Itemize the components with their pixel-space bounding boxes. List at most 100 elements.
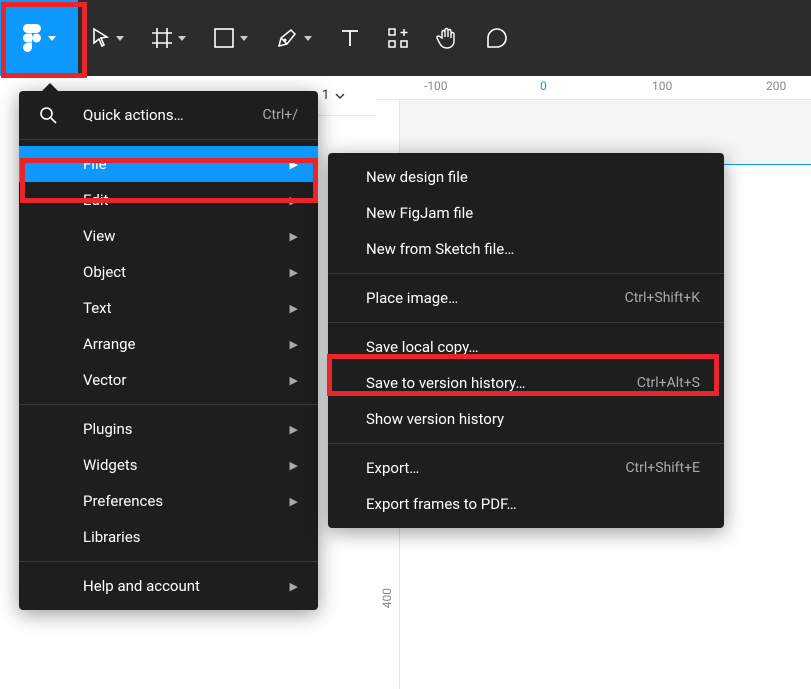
- frame-icon: [152, 28, 172, 48]
- move-tool[interactable]: [78, 0, 138, 76]
- menu-label: Plugins: [83, 420, 286, 438]
- submenu-place-image[interactable]: Place image… Ctrl+Shift+K: [328, 280, 724, 316]
- ruler-tick: 400: [380, 588, 394, 608]
- submenu-label: New FigJam file: [366, 204, 700, 222]
- menu-label: Widgets: [83, 456, 286, 474]
- search-icon: [39, 106, 57, 124]
- text-icon: [340, 28, 360, 48]
- menu-shortcut: Ctrl+/: [262, 107, 298, 123]
- menu-separator: [328, 273, 724, 274]
- submenu-label: Export frames to PDF…: [366, 495, 700, 513]
- submenu-new-figjam[interactable]: New FigJam file: [328, 195, 724, 231]
- menu-label: File: [83, 155, 286, 173]
- menu-separator: [328, 443, 724, 444]
- submenu-arrow-icon: ▶: [286, 266, 298, 279]
- submenu-arrow-icon: ▶: [286, 302, 298, 315]
- ruler-tick: 100: [652, 79, 672, 93]
- resources-icon: [388, 28, 408, 48]
- submenu-export[interactable]: Export… Ctrl+Shift+E: [328, 450, 724, 486]
- submenu-arrow-icon: ▶: [286, 158, 298, 171]
- submenu-label: Place image…: [366, 289, 625, 307]
- page-label: 1: [322, 88, 329, 103]
- submenu-label: Show version history: [366, 410, 700, 428]
- menu-label: View: [83, 227, 286, 245]
- ruler-tick: 200: [766, 79, 786, 93]
- comment-tool[interactable]: [472, 0, 522, 76]
- submenu-arrow-icon: ▶: [286, 374, 298, 387]
- submenu-label: Export…: [366, 459, 625, 477]
- menu-label: Vector: [83, 371, 286, 389]
- menu-separator: [19, 139, 318, 140]
- pen-icon: [276, 27, 298, 49]
- ruler-tick: -100: [424, 79, 448, 93]
- cursor-icon: [92, 28, 110, 48]
- submenu-arrow-icon: ▶: [286, 459, 298, 472]
- menu-label: Libraries: [83, 528, 286, 546]
- submenu-show-version[interactable]: Show version history: [328, 401, 724, 437]
- submenu-save-version[interactable]: Save to version history… Ctrl+Alt+S: [328, 365, 724, 401]
- menu-plugins[interactable]: Plugins ▶: [19, 411, 318, 447]
- chevron-down-icon: [48, 36, 56, 41]
- hand-tool[interactable]: [422, 0, 472, 76]
- shape-tool[interactable]: [200, 0, 262, 76]
- menu-libraries[interactable]: Libraries: [19, 519, 318, 555]
- submenu-shortcut: Ctrl+Alt+S: [637, 375, 700, 391]
- hand-icon: [436, 27, 458, 49]
- menu-label: Object: [83, 263, 286, 281]
- menu-separator: [328, 322, 724, 323]
- menu-arrange[interactable]: Arrange ▶: [19, 326, 318, 362]
- menu-text[interactable]: Text ▶: [19, 290, 318, 326]
- submenu-new-sketch[interactable]: New from Sketch file…: [328, 231, 724, 267]
- menu-quick-actions[interactable]: Quick actions… Ctrl+/: [19, 97, 318, 133]
- submenu-arrow-icon: ▶: [286, 423, 298, 436]
- menu-preferences[interactable]: Preferences ▶: [19, 483, 318, 519]
- submenu-save-local[interactable]: Save local copy…: [328, 329, 724, 365]
- submenu-label: New from Sketch file…: [366, 240, 700, 258]
- frame-tool[interactable]: [138, 0, 200, 76]
- menu-label: Help and account: [83, 577, 286, 595]
- menu-edit[interactable]: Edit ▶: [19, 182, 318, 218]
- chevron-down-icon: [116, 36, 124, 41]
- pen-tool[interactable]: [262, 0, 326, 76]
- menu-label: Edit: [83, 191, 286, 209]
- menu-help[interactable]: Help and account ▶: [19, 568, 318, 604]
- page-picker[interactable]: 1: [318, 76, 376, 116]
- submenu-label: Save local copy…: [366, 338, 700, 356]
- submenu-shortcut: Ctrl+Shift+E: [625, 460, 700, 476]
- submenu-label: Save to version history…: [366, 374, 637, 392]
- menu-view[interactable]: View ▶: [19, 218, 318, 254]
- submenu-arrow-icon: ▶: [286, 580, 298, 593]
- submenu-arrow-icon: ▶: [286, 194, 298, 207]
- menu-widgets[interactable]: Widgets ▶: [19, 447, 318, 483]
- submenu-arrow-icon: ▶: [286, 338, 298, 351]
- menu-separator: [19, 561, 318, 562]
- main-menu: Quick actions… Ctrl+/ File ▶ Edit ▶ View…: [19, 91, 318, 610]
- menu-file[interactable]: File ▶: [19, 146, 318, 182]
- submenu-arrow-icon: ▶: [286, 230, 298, 243]
- submenu-shortcut: Ctrl+Shift+K: [625, 290, 700, 306]
- figma-logo-icon: [22, 24, 42, 52]
- submenu-label: New design file: [366, 168, 700, 186]
- app-toolbar: [0, 0, 811, 76]
- ruler-tick: 0: [540, 79, 547, 93]
- file-submenu: New design file New FigJam file New from…: [328, 153, 724, 528]
- menu-object[interactable]: Object ▶: [19, 254, 318, 290]
- figma-menu-button[interactable]: [0, 0, 78, 76]
- menu-label: Quick actions…: [83, 106, 262, 124]
- chevron-down-icon: [304, 36, 312, 41]
- comment-icon: [486, 27, 508, 49]
- submenu-arrow-icon: ▶: [286, 495, 298, 508]
- menu-label: Preferences: [83, 492, 286, 510]
- ruler-horizontal: -100 0 100 200: [376, 76, 811, 100]
- submenu-export-pdf[interactable]: Export frames to PDF…: [328, 486, 724, 522]
- menu-vector[interactable]: Vector ▶: [19, 362, 318, 398]
- chevron-down-icon: [335, 93, 345, 99]
- resources-tool[interactable]: [374, 0, 422, 76]
- text-tool[interactable]: [326, 0, 374, 76]
- rectangle-icon: [214, 28, 234, 48]
- chevron-down-icon: [178, 36, 186, 41]
- menu-label: Arrange: [83, 335, 286, 353]
- chevron-down-icon: [240, 36, 248, 41]
- menu-label: Text: [83, 299, 286, 317]
- submenu-new-design[interactable]: New design file: [328, 159, 724, 195]
